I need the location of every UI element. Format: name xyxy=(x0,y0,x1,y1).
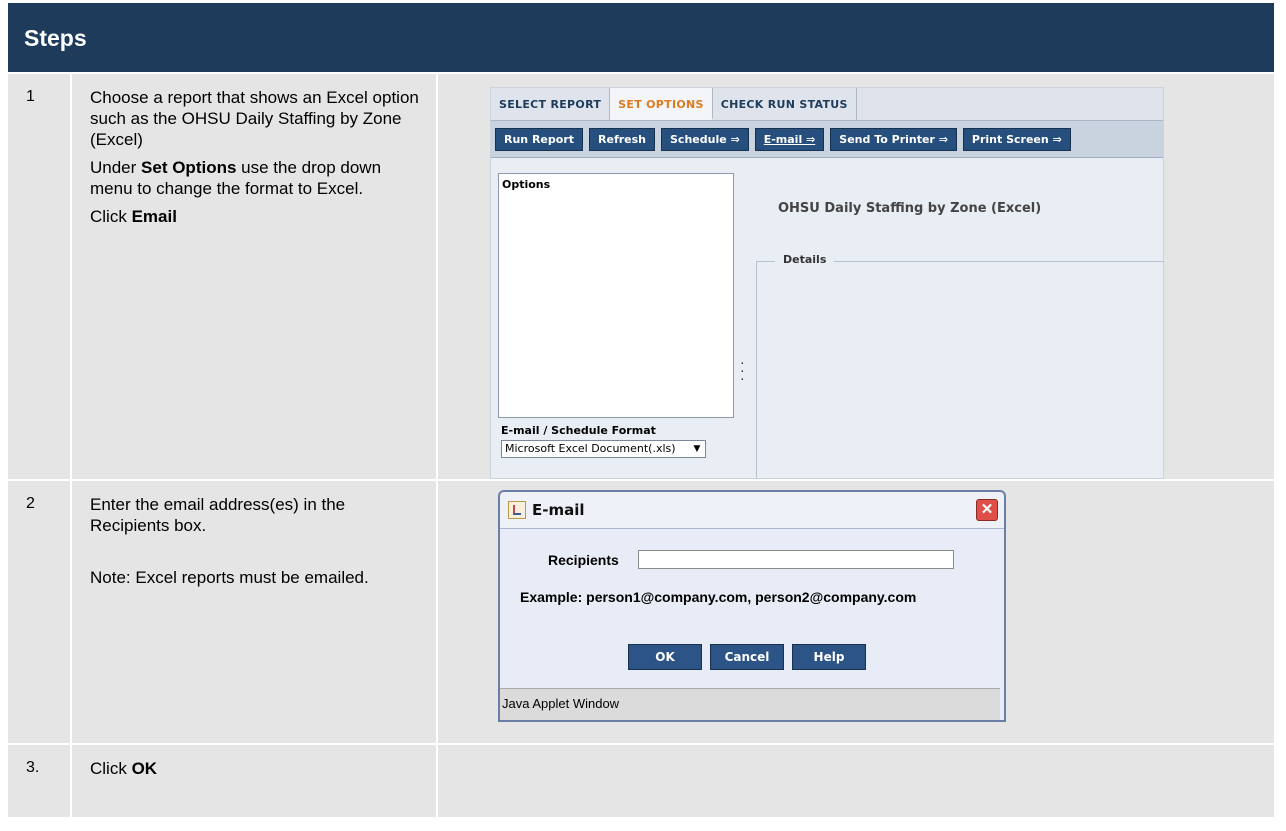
schedule-button[interactable]: Schedule ⇒ xyxy=(661,127,749,151)
step-2-note: Note: Excel reports must be emailed. xyxy=(90,568,369,587)
step-text: Click OK xyxy=(72,745,438,817)
step-row-3: 3. Click OK xyxy=(8,743,1274,817)
refresh-button[interactable]: Refresh xyxy=(589,127,655,151)
details-label: Details xyxy=(775,253,835,266)
step-row-2: 2 Enter the email address(es) in the Rec… xyxy=(8,479,1274,743)
report-tabs: SELECT REPORT SET OPTIONS CHECK RUN STAT… xyxy=(491,88,1163,121)
steps-header: Steps xyxy=(8,3,1274,72)
recipients-label: Recipients xyxy=(548,552,619,568)
step-1-line-3: Click Email xyxy=(90,206,424,227)
step-number: 3. xyxy=(8,745,72,817)
step-1-line-3-bold: Email xyxy=(131,207,177,226)
report-toolbar: Run Report Refresh Schedule ⇒ E-mail ⇒ S… xyxy=(491,121,1163,158)
tab-select-report[interactable]: SELECT REPORT xyxy=(491,88,611,120)
email-dialog: E-mail ✕ Recipients Example: person1@com… xyxy=(498,490,1006,722)
run-report-button[interactable]: Run Report xyxy=(495,127,584,151)
step-1-line-3-pre: Click xyxy=(90,207,132,226)
close-icon[interactable]: ✕ xyxy=(976,499,998,521)
step-3-screenshot-cell xyxy=(438,745,1274,817)
step-1-line-2-bold: Set Options xyxy=(141,158,237,177)
details-panel: Details xyxy=(756,253,1164,479)
step-1-line-1: Choose a report that shows an Excel opti… xyxy=(90,88,419,149)
step-2-screenshot-cell: E-mail ✕ Recipients Example: person1@com… xyxy=(438,481,1274,743)
step-number: 1 xyxy=(8,74,72,479)
step-number: 2 xyxy=(8,481,72,743)
step-3-line-1-bold: OK xyxy=(131,759,158,778)
recipients-input[interactable] xyxy=(638,550,954,569)
applet-status-bar: Java Applet Window xyxy=(500,688,1000,720)
step-2-line-1: Enter the email address(es) in the Recip… xyxy=(90,495,346,535)
splitter-handle[interactable]: · · · xyxy=(740,355,745,385)
step-row-1: 1 Choose a report that shows an Excel op… xyxy=(8,72,1274,479)
step-3-line-1-pre: Click xyxy=(90,759,132,778)
cancel-button[interactable]: Cancel xyxy=(710,644,784,670)
step-1-line-2-pre: Under xyxy=(90,158,142,177)
print-screen-button[interactable]: Print Screen ⇒ xyxy=(962,127,1071,151)
send-to-printer-button[interactable]: Send To Printer ⇒ xyxy=(830,127,957,151)
step-text: Enter the email address(es) in the Recip… xyxy=(72,481,438,743)
email-dialog-title: E-mail xyxy=(532,501,585,519)
ok-button[interactable]: OK xyxy=(628,644,702,670)
step-1-screenshot-cell: SELECT REPORT SET OPTIONS CHECK RUN STAT… xyxy=(438,74,1274,479)
recipients-example: Example: person1@company.com, person2@co… xyxy=(520,589,917,605)
step-text: Choose a report that shows an Excel opti… xyxy=(72,74,438,479)
tab-check-run-status[interactable]: CHECK RUN STATUS xyxy=(713,88,857,120)
options-panel: Options xyxy=(498,173,734,418)
format-select[interactable]: Microsoft Excel Document(.xls) ▼ xyxy=(501,440,706,458)
format-select-value: Microsoft Excel Document(.xls) xyxy=(505,442,676,455)
chevron-down-icon[interactable]: ▼ xyxy=(689,441,705,457)
email-dialog-titlebar: E-mail xyxy=(500,492,1004,529)
java-icon xyxy=(508,501,526,519)
steps-table: Steps 1 Choose a report that shows an Ex… xyxy=(8,3,1274,817)
report-options-screenshot: SELECT REPORT SET OPTIONS CHECK RUN STAT… xyxy=(490,87,1164,479)
tab-set-options[interactable]: SET OPTIONS xyxy=(610,88,713,120)
report-title: OHSU Daily Staffing by Zone (Excel) xyxy=(778,201,1042,216)
step-3-line-1: Click OK xyxy=(90,758,424,779)
format-label: E-mail / Schedule Format xyxy=(501,424,656,437)
email-button[interactable]: E-mail ⇒ xyxy=(754,127,825,151)
help-button[interactable]: Help xyxy=(792,644,866,670)
options-label: Options xyxy=(502,178,551,191)
step-1-line-2: Under Set Options use the drop down menu… xyxy=(90,157,424,199)
